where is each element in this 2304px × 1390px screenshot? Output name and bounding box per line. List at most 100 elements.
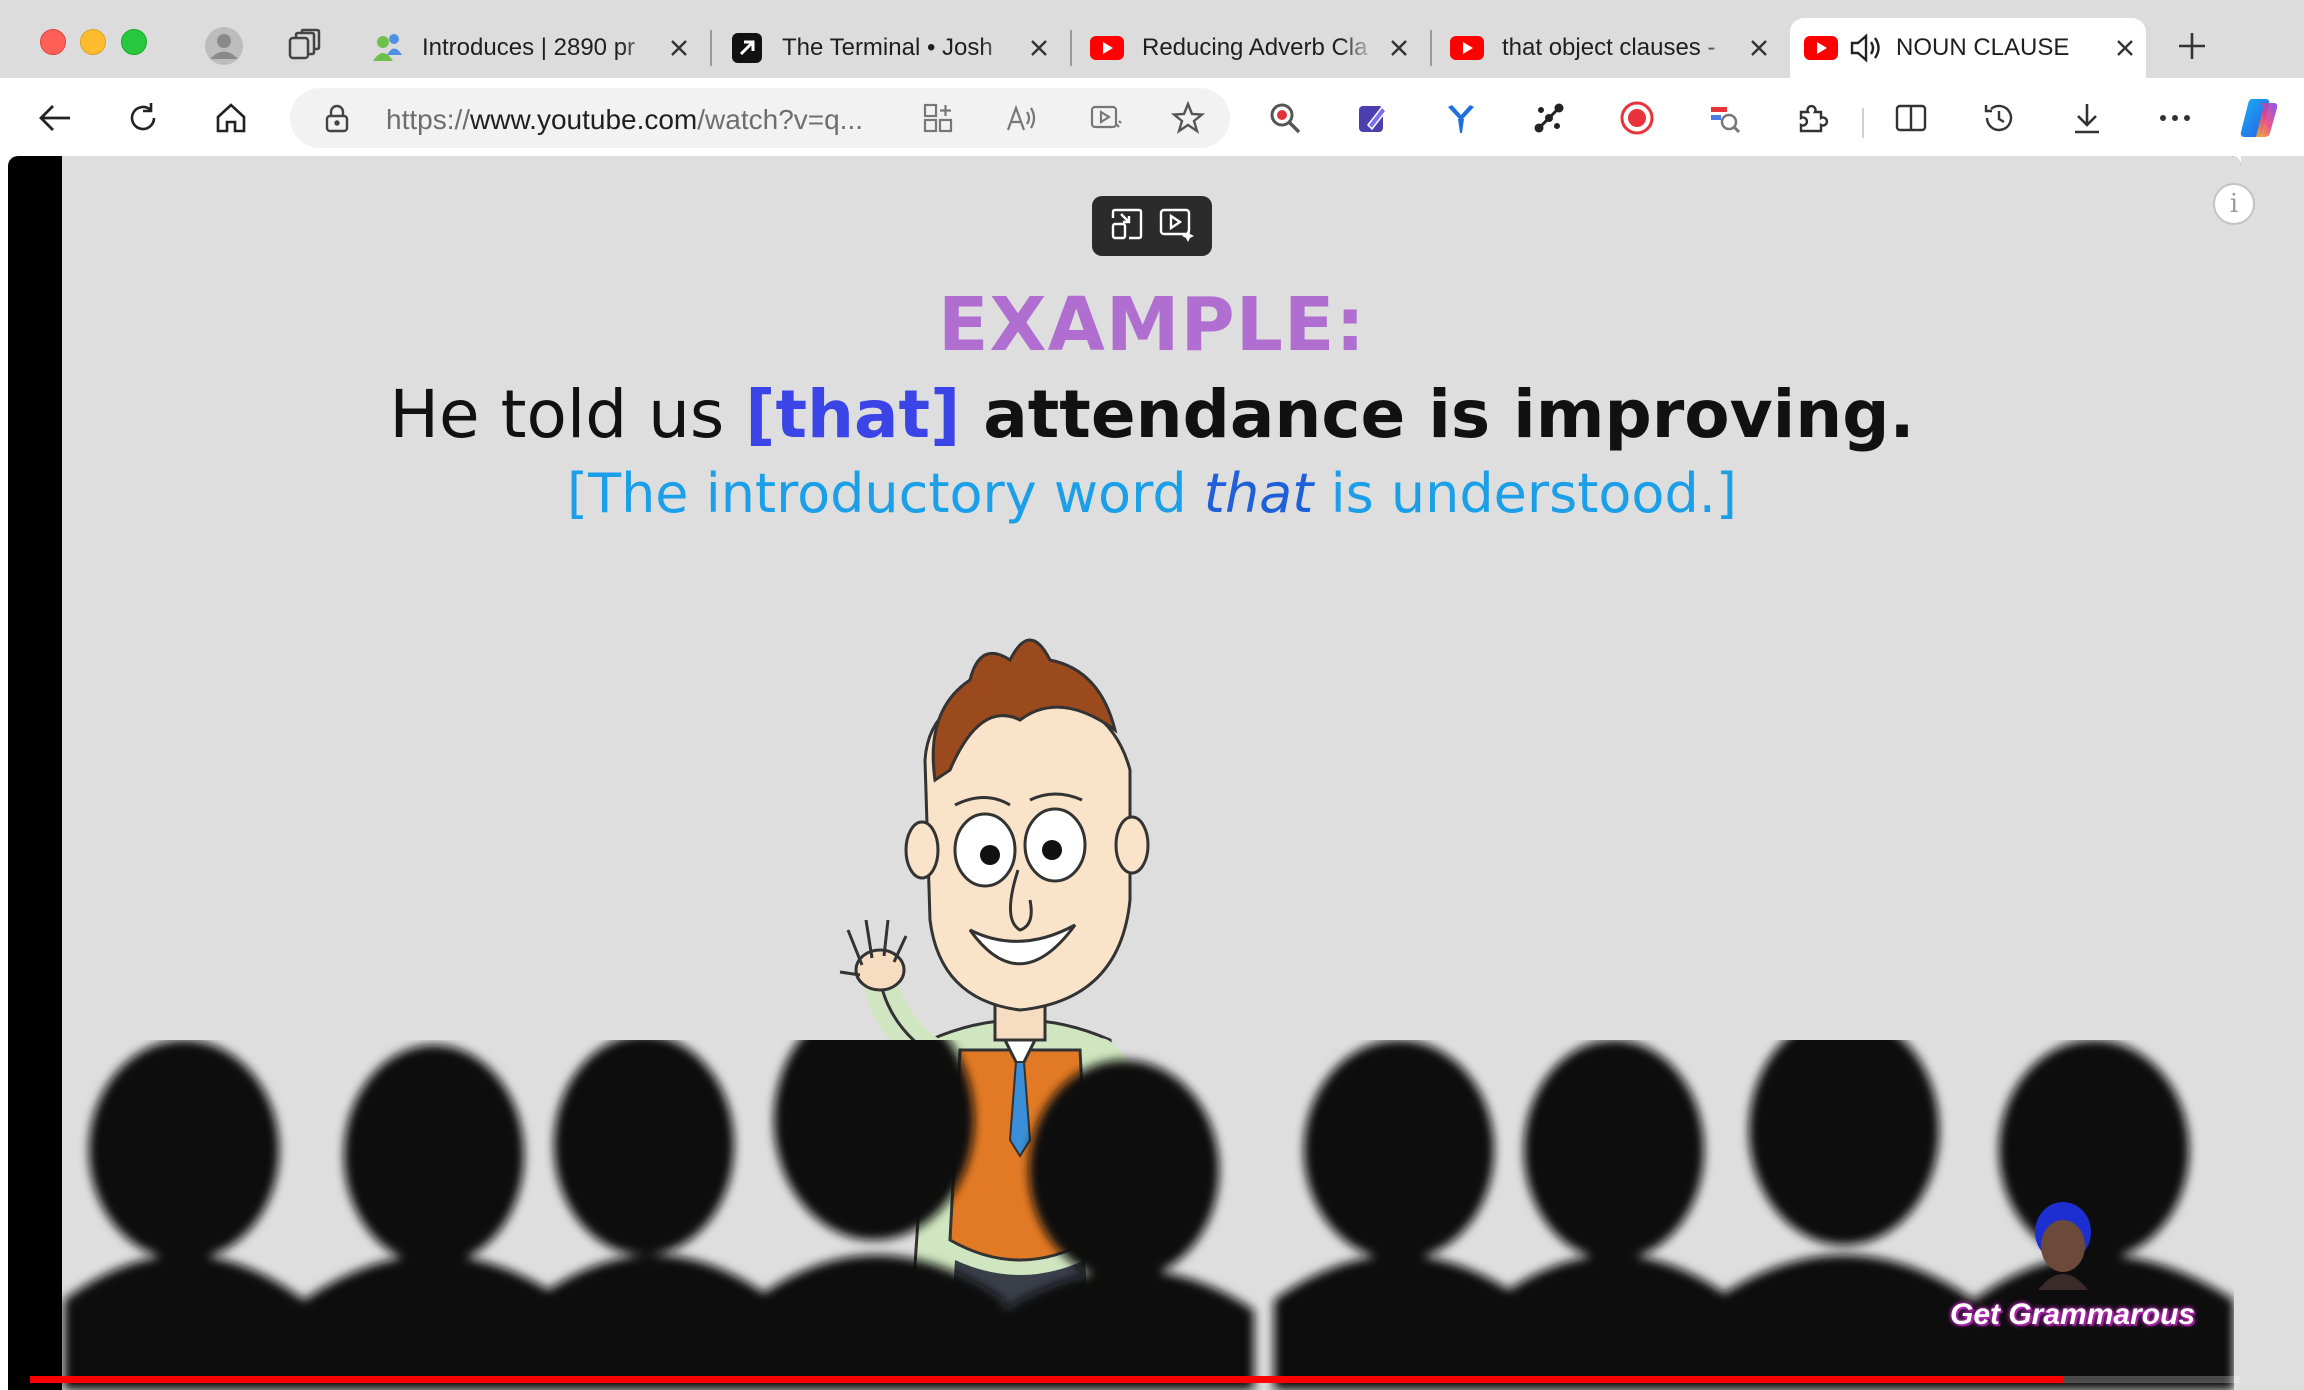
example-sentence: He told us [that] attendance is improvin… xyxy=(0,376,2304,453)
sentence-part-2: attendance is improving. xyxy=(960,376,1915,453)
tab-close-button[interactable] xyxy=(2110,33,2140,63)
close-icon xyxy=(1391,40,1407,56)
tab-noun-clause[interactable]: NOUN CLAUSE xyxy=(1790,18,2146,78)
history-icon xyxy=(1984,104,2013,132)
picture-in-picture-icon xyxy=(1111,208,1142,239)
extension-find-button[interactable] xyxy=(1702,95,1748,141)
extension-search-button[interactable] xyxy=(1262,95,1308,141)
video-enhance-overlay-button[interactable] xyxy=(1158,206,1196,247)
home-icon xyxy=(216,103,246,133)
channel-avatar-icon xyxy=(2035,1202,2091,1290)
window-maximize-button[interactable] xyxy=(121,29,147,55)
blue-arrows-extension-icon xyxy=(1448,105,1474,133)
example-heading: EXAMPLE: xyxy=(937,282,1367,368)
tab-close-button[interactable] xyxy=(1024,33,1054,63)
home-button[interactable] xyxy=(208,95,254,141)
video-overlay-controls xyxy=(1092,196,1212,256)
tab-close-button[interactable] xyxy=(1744,33,1774,63)
note-part-2: is understood.] xyxy=(1313,462,1737,525)
puzzle-icon xyxy=(1799,104,1829,133)
sentence-part-1: He told us xyxy=(389,376,746,453)
extension-heart-button[interactable] xyxy=(1438,95,1484,141)
tab-title: that object clauses - xyxy=(1502,34,1716,61)
new-tab-button[interactable] xyxy=(2170,24,2214,68)
info-icon: i xyxy=(2229,189,2239,219)
copilot-button[interactable] xyxy=(2236,95,2282,141)
url-text[interactable]: https://www.youtube.com/watch?v=q... xyxy=(386,104,863,136)
example-note: [The introductory word that is understoo… xyxy=(0,462,2304,525)
reload-icon xyxy=(130,103,156,131)
sentence-that-word: [that] xyxy=(745,376,961,453)
more-menu-button[interactable] xyxy=(2152,95,2198,141)
youtube-icon xyxy=(1090,31,1124,65)
close-icon xyxy=(2117,40,2133,56)
youtube-icon xyxy=(1804,31,1838,65)
downloads-button[interactable] xyxy=(2064,95,2110,141)
exit-pip-button[interactable] xyxy=(1109,206,1145,247)
close-icon xyxy=(1031,40,1047,56)
read-aloud-icon[interactable] xyxy=(1004,100,1040,136)
video-enhance-icon[interactable] xyxy=(1088,100,1124,136)
app-available-icon[interactable] xyxy=(920,100,956,136)
video-progress-bar[interactable] xyxy=(30,1376,2240,1383)
extension-record-button[interactable] xyxy=(1614,95,1660,141)
tab-title: Reducing Adverb Cla xyxy=(1142,34,1368,61)
address-bar[interactable]: https://www.youtube.com/watch?v=q... xyxy=(290,88,1230,148)
window-minimize-button[interactable] xyxy=(80,29,106,55)
youtube-icon xyxy=(1450,31,1484,65)
workspaces-icon xyxy=(288,28,321,60)
profile-button[interactable] xyxy=(200,22,248,70)
profile-icon xyxy=(205,27,243,65)
record-icon xyxy=(1620,101,1654,135)
terminal-arrow-icon xyxy=(730,31,764,65)
tab-title: The Terminal • Josh xyxy=(782,34,993,61)
lock-icon[interactable] xyxy=(324,103,350,138)
more-dots-icon xyxy=(2160,115,2190,121)
note-part-1: [The introductory word xyxy=(567,462,1204,525)
audience-silhouettes xyxy=(64,1040,2234,1390)
browser-toolbar: https://www.youtube.com/watch?v=q... xyxy=(0,78,2304,156)
url-path: /watch?v=q... xyxy=(697,104,864,135)
window-close-button[interactable] xyxy=(40,29,66,55)
back-arrow-icon xyxy=(39,105,70,131)
info-button[interactable]: i xyxy=(2213,183,2255,225)
close-icon xyxy=(1751,40,1767,56)
url-scheme: https:// xyxy=(386,104,471,135)
tab-the-terminal[interactable]: The Terminal • Josh xyxy=(716,18,1060,78)
speaker-icon[interactable] xyxy=(1848,31,1882,65)
back-button[interactable] xyxy=(32,95,78,141)
channel-watermark[interactable]: Get Grammarous xyxy=(1950,1298,2195,1332)
video-sparkle-icon xyxy=(1159,208,1194,242)
tab-close-button[interactable] xyxy=(664,33,694,63)
plus-icon xyxy=(2179,33,2205,59)
favorite-star-icon[interactable] xyxy=(1170,100,1206,136)
tab-separator xyxy=(1070,30,1072,66)
nodes-extension-icon xyxy=(1534,103,1564,133)
history-button[interactable] xyxy=(1976,95,2022,141)
magnifier-extension-icon xyxy=(1270,103,1301,134)
extension-editor-button[interactable] xyxy=(1350,95,1396,141)
extensions-button[interactable] xyxy=(1790,95,1836,141)
close-icon xyxy=(671,40,687,56)
workspaces-button[interactable] xyxy=(280,22,328,70)
tab-reducing-adverb[interactable]: Reducing Adverb Cla xyxy=(1076,18,1420,78)
toolbar-divider xyxy=(1862,108,1864,138)
split-screen-button[interactable] xyxy=(1888,95,1934,141)
url-host: www.youtube.com xyxy=(470,104,698,135)
tab-object-clauses[interactable]: that object clauses - xyxy=(1436,18,1780,78)
video-progress-fill xyxy=(30,1376,2064,1383)
people-icon xyxy=(370,31,404,65)
tab-separator xyxy=(1430,30,1432,66)
note-emphasis: that xyxy=(1203,462,1314,525)
tab-title: NOUN CLAUSE xyxy=(1896,34,2070,61)
extension-connect-button[interactable] xyxy=(1526,95,1572,141)
reload-button[interactable] xyxy=(120,95,166,141)
copilot-icon xyxy=(2240,99,2278,137)
tab-strip: Introduces | 2890 pr The Terminal • Josh… xyxy=(0,0,2304,78)
tab-introduces[interactable]: Introduces | 2890 pr xyxy=(356,18,700,78)
tab-close-button[interactable] xyxy=(1384,33,1414,63)
split-screen-icon xyxy=(1895,104,1927,132)
download-icon xyxy=(2075,104,2099,134)
highlight-search-icon xyxy=(1711,107,1741,134)
pen-extension-icon xyxy=(1359,105,1387,132)
